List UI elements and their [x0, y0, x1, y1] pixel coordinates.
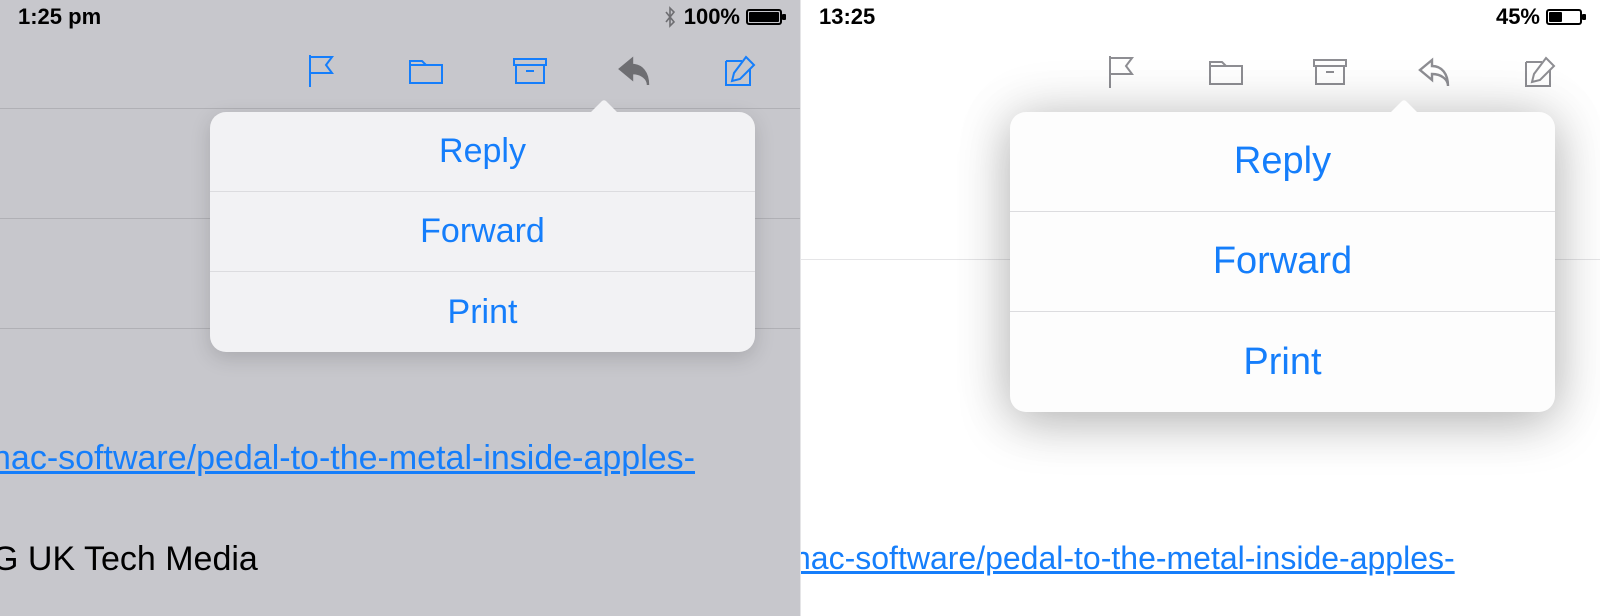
status-time: 13:25 [819, 4, 875, 30]
compose-icon[interactable] [1516, 50, 1560, 94]
status-right: 45% [1496, 4, 1582, 30]
body-text: G UK Tech Media [0, 480, 800, 579]
status-right: 100% [662, 4, 782, 30]
mail-toolbar [0, 34, 800, 109]
battery-percent: 45% [1496, 4, 1540, 30]
body-link[interactable]: nac-software/pedal-to-the-metal-inside-a… [0, 437, 800, 480]
status-bar: 13:25 45% [801, 0, 1600, 34]
flag-icon[interactable] [1100, 50, 1144, 94]
archive-icon[interactable] [1308, 50, 1352, 94]
mail-body: nac-software/pedal-to-the-metal-inside-a… [0, 329, 800, 579]
pane-ios7: 1:25 pm 100% nac-software/pedal-to-the-m… [0, 0, 800, 616]
compose-icon[interactable] [716, 49, 760, 93]
popover-arrow [1389, 100, 1419, 114]
status-time: 1:25 pm [18, 4, 101, 30]
popover-reply[interactable]: Reply [1010, 112, 1555, 212]
popover-forward[interactable]: Forward [210, 192, 755, 272]
status-bar: 1:25 pm 100% [0, 0, 800, 34]
popover-forward[interactable]: Forward [1010, 212, 1555, 312]
folder-icon[interactable] [1204, 50, 1248, 94]
popover-arrow [589, 100, 619, 114]
reply-popover: Reply Forward Print [210, 112, 755, 352]
pane-ios8: 13:25 45% nac-software/pedal-to-the-meta… [800, 0, 1600, 616]
bluetooth-icon [662, 6, 678, 28]
reply-icon[interactable] [612, 49, 656, 93]
battery-percent: 100% [684, 4, 740, 30]
battery-icon [746, 9, 782, 25]
mail-toolbar [801, 34, 1600, 109]
reply-popover: Reply Forward Print [1010, 112, 1555, 412]
popover-print[interactable]: Print [1010, 312, 1555, 412]
folder-icon[interactable] [404, 49, 448, 93]
flag-icon[interactable] [300, 49, 344, 93]
archive-icon[interactable] [508, 49, 552, 93]
battery-icon [1546, 9, 1582, 25]
popover-reply[interactable]: Reply [210, 112, 755, 192]
popover-print[interactable]: Print [210, 272, 755, 352]
reply-icon[interactable] [1412, 50, 1456, 94]
